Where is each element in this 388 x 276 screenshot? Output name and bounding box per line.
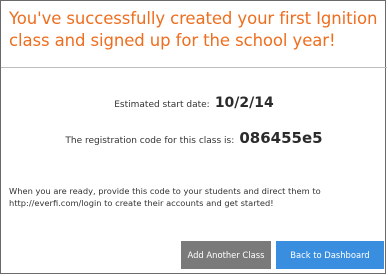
success-dialog: You've successfully created your first I… <box>0 0 387 274</box>
instructions-line-2: http://everfi.com/login to create their … <box>9 198 274 208</box>
registration-code-label: The registration code for this class is: <box>65 136 235 146</box>
start-date-row: Estimated start date: 10/2/14 <box>1 92 387 111</box>
success-headline: You've successfully created your first I… <box>9 9 378 50</box>
start-date-value: 10/2/14 <box>214 95 274 111</box>
back-to-dashboard-button[interactable]: Back to Dashboard <box>276 241 384 269</box>
instructions-line-1: When you are ready, provide this code to… <box>9 186 321 196</box>
header-divider <box>1 67 387 68</box>
start-date-label: Estimated start date: <box>114 100 210 110</box>
instructions-text: When you are ready, provide this code to… <box>9 185 381 209</box>
registration-code-row: The registration code for this class is:… <box>1 128 387 147</box>
registration-code-value: 086455e5 <box>239 129 323 147</box>
add-another-class-button[interactable]: Add Another Class <box>181 241 271 269</box>
